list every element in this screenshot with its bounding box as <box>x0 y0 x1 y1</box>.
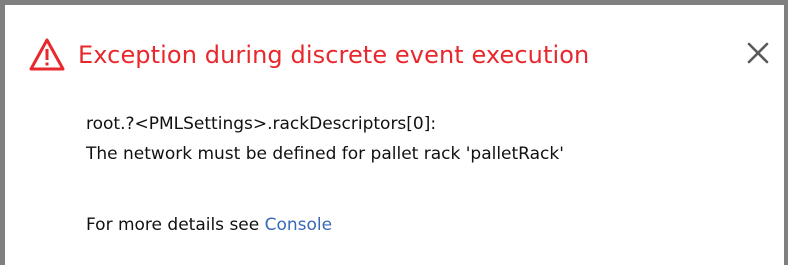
close-icon[interactable] <box>746 41 770 65</box>
error-message: root.?<PMLSettings>.rackDescriptors[0]: … <box>86 109 564 169</box>
details-footer: For more details see Console <box>86 215 332 235</box>
details-prefix: For more details see <box>86 215 265 235</box>
error-message-line-2: The network must be defined for pallet r… <box>86 144 564 164</box>
console-link[interactable]: Console <box>265 215 333 235</box>
dialog-title: Exception during discrete event executio… <box>78 41 590 69</box>
exception-dialog: Exception during discrete event executio… <box>0 0 788 265</box>
error-message-line-1: root.?<PMLSettings>.rackDescriptors[0]: <box>86 114 437 134</box>
dialog-header: Exception during discrete event executio… <box>28 35 589 75</box>
warning-triangle-icon <box>29 38 65 71</box>
